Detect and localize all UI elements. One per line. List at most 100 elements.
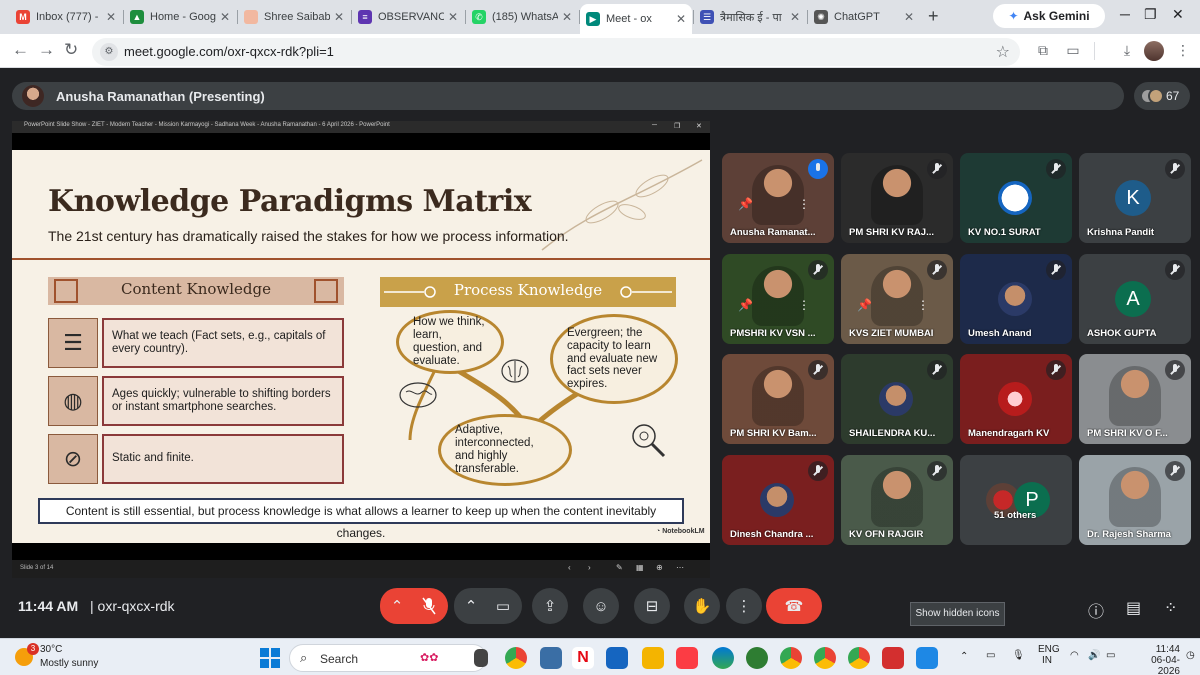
tab-close-icon[interactable]: ✕ [676, 12, 686, 26]
participant-tile[interactable]: PM SHRI KV Bam... [722, 354, 834, 444]
present-screen-button[interactable]: ⇪ [532, 588, 568, 624]
participant-tile[interactable]: KV OFN RAJGIR [841, 455, 953, 545]
next-slide-icon[interactable]: › [588, 563, 591, 572]
word-app-icon[interactable] [916, 647, 938, 669]
chrome-profile-icon[interactable] [814, 647, 836, 669]
wifi-icon[interactable]: ◠ [1070, 650, 1079, 661]
zoom-slide-icon[interactable]: ⊕ [656, 563, 663, 572]
acrobat-app-icon[interactable] [882, 647, 904, 669]
participant-tile[interactable]: P 51 others [960, 455, 1072, 545]
reactions-button[interactable]: ☺ [583, 588, 619, 624]
participant-tile[interactable]: K Krishna Pandit [1079, 153, 1191, 243]
previous-slide-icon[interactable]: ‹ [568, 563, 571, 572]
mic-off-button[interactable] [410, 588, 448, 624]
participant-tile[interactable]: SHAILENDRA KU... [841, 354, 953, 444]
windows-start-icon[interactable] [260, 648, 280, 668]
pin-icon[interactable]: 📌 [738, 197, 753, 211]
ask-gemini-button[interactable]: ✦ Ask Gemini [993, 4, 1105, 28]
pin-icon[interactable]: 📌 [738, 298, 753, 312]
minimize-icon[interactable]: ─ [1120, 6, 1130, 22]
meeting-details-icon[interactable]: ⓘ [1088, 598, 1104, 622]
back-arrow-icon[interactable]: ← [12, 40, 29, 60]
browser-tab[interactable]: ≡ OBSERVANCE ✕ [352, 4, 464, 30]
edge-app-icon[interactable] [712, 647, 734, 669]
tab-close-icon[interactable]: ✕ [334, 10, 344, 24]
download-icon[interactable]: ⤓ [1118, 42, 1136, 60]
browser-tab[interactable]: ☰ त्रैमासिक ई - पा ✕ [694, 4, 806, 30]
file-explorer-icon[interactable] [642, 647, 664, 669]
tile-more-options-icon[interactable]: ⋮ [798, 298, 810, 312]
chat-icon[interactable]: ▤ [1126, 598, 1141, 618]
system-clock[interactable]: 11:44 06-04-2026 [1132, 644, 1180, 675]
participant-tile[interactable]: A ASHOK GUPTA [1079, 254, 1191, 344]
activities-icon[interactable]: ⁘ [1164, 598, 1177, 618]
video-options-chevron-icon[interactable]: ⌃ [454, 588, 488, 624]
participant-count-button[interactable]: 67 [1134, 82, 1190, 110]
browser-tab[interactable]: Shree Saibaba ✕ [238, 4, 350, 30]
network-drive-icon[interactable]: ▭ [986, 650, 995, 661]
participant-tile[interactable]: Dinesh Chandra ... [722, 455, 834, 545]
browser-tab[interactable]: M Inbox (777) - r ✕ [10, 4, 122, 30]
browser-tab[interactable]: ▶ Meet - ox ✕ [580, 4, 692, 34]
tile-more-options-icon[interactable]: ⋮ [798, 197, 810, 211]
slideshow-close-icon[interactable]: ✕ [696, 122, 702, 130]
participant-tile[interactable]: KV NO.1 SURAT [960, 153, 1072, 243]
tile-more-options-icon[interactable]: ⋮ [917, 298, 929, 312]
show-hidden-icons-chevron[interactable]: ⌃ [960, 651, 968, 662]
participant-tile[interactable]: PM SHRI KV RAJ... [841, 153, 953, 243]
volume-icon[interactable]: 🔊 [1088, 650, 1100, 661]
pointer-options-icon[interactable]: ✎ [616, 563, 623, 572]
camera-button[interactable]: ▭ [484, 588, 522, 624]
forward-arrow-icon[interactable]: → [38, 40, 55, 60]
slideshow-minimize-icon[interactable]: ─ [652, 122, 657, 129]
netflix-app-icon[interactable]: N [572, 647, 594, 669]
participant-tile[interactable]: PM SHRI KV O F... [1079, 354, 1191, 444]
pin-icon[interactable]: 📌 [857, 298, 872, 312]
outlook-app-icon[interactable] [606, 647, 628, 669]
music-app-icon[interactable] [676, 647, 698, 669]
tab-close-icon[interactable]: ✕ [448, 10, 458, 24]
raise-hand-button[interactable]: ✋ [684, 588, 720, 624]
chrome-profile-icon[interactable] [780, 647, 802, 669]
slideshow-restore-icon[interactable]: ❐ [674, 122, 680, 130]
reload-icon[interactable]: ↻ [64, 40, 78, 60]
menu-dots-icon[interactable]: ⋮ [1174, 42, 1192, 60]
browser-tab[interactable]: ▲ Home - Goog ✕ [124, 4, 236, 30]
participant-tile[interactable]: 📌 ⋮ KVS ZIET MUMBAI [841, 254, 953, 344]
chrome-app-icon[interactable] [505, 647, 527, 669]
participant-tile[interactable]: Dr. Rajesh Sharma [1079, 455, 1191, 545]
tab-close-icon[interactable]: ✕ [790, 10, 800, 24]
new-tab-button[interactable]: + [928, 6, 939, 27]
participant-tile[interactable]: Manendragarh KV [960, 354, 1072, 444]
participant-tile[interactable]: Umesh Anand [960, 254, 1072, 344]
taskbar-search[interactable]: ⌕ Search ✿✿ [289, 644, 487, 672]
browser-tab[interactable]: ✆ (185) WhatsAp ✕ [466, 4, 578, 30]
restore-icon[interactable]: ❐ [1144, 6, 1157, 23]
tab-close-icon[interactable]: ✕ [106, 10, 116, 24]
language-indicator[interactable]: ENG IN [1038, 644, 1060, 666]
weather-condition[interactable]: Mostly sunny [40, 658, 98, 669]
see-all-slides-icon[interactable]: ▦ [636, 563, 644, 572]
profile-avatar[interactable] [1144, 41, 1164, 61]
participant-tile[interactable]: 📌 ⋮ PMSHRI KV VSN ... [722, 254, 834, 344]
browser-tab[interactable]: ✺ ChatGPT ✕ [808, 4, 920, 30]
more-options-button[interactable]: ⋮ [726, 588, 762, 624]
torrent-app-icon[interactable] [746, 647, 768, 669]
battery-icon[interactable]: ▭ [1106, 650, 1115, 661]
participant-tile[interactable]: 📌 ⋮ Anusha Ramanat... [722, 153, 834, 243]
task-view-icon[interactable] [474, 649, 488, 667]
tab-close-icon[interactable]: ✕ [220, 10, 230, 24]
microphone-icon[interactable]: 🎙 [1012, 650, 1025, 661]
chrome-profile-icon[interactable] [848, 647, 870, 669]
tab-close-icon[interactable]: ✕ [562, 10, 572, 24]
extensions-icon[interactable]: ⧉ [1034, 42, 1052, 60]
tab-close-icon[interactable]: ✕ [904, 10, 914, 24]
url-text[interactable]: meet.google.com/oxr-qxcx-rdk?pli=1 [124, 44, 334, 59]
audio-options-chevron-icon[interactable]: ⌃ [380, 588, 414, 624]
captions-button[interactable]: ⊟ [634, 588, 670, 624]
leave-call-button[interactable]: ☎ [766, 588, 822, 624]
weather-temperature[interactable]: 30°C [40, 644, 62, 655]
site-info-icon[interactable]: ⚙ [100, 43, 118, 61]
bookmark-star-icon[interactable]: ☆ [996, 42, 1010, 62]
slideshow-menu-icon[interactable]: ⋯ [676, 563, 684, 572]
